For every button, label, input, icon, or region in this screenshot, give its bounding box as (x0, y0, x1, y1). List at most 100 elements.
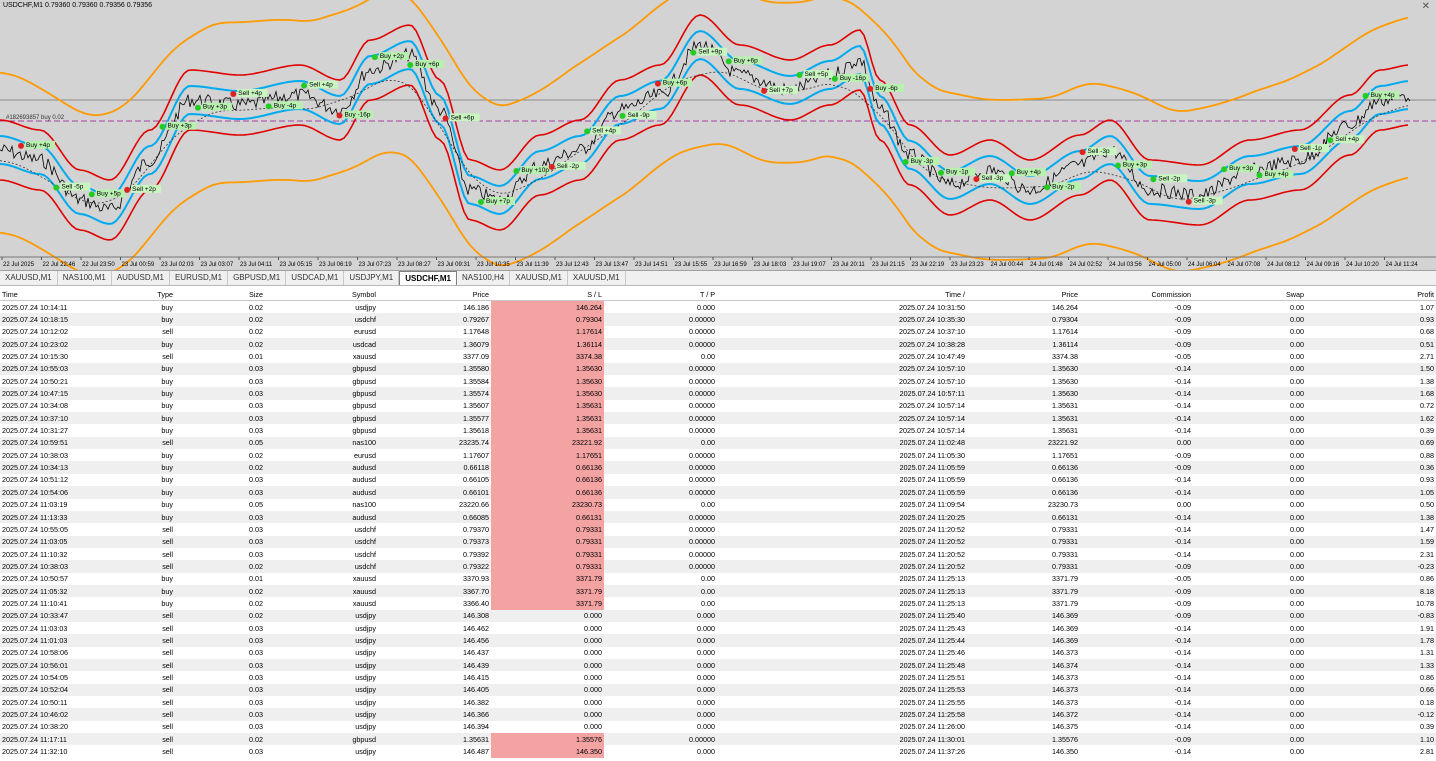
table-row[interactable]: 2025.07.24 11:10:32 sell 0.03 usdchf 0.79392… (0, 547, 1436, 561)
table-row[interactable]: 2025.07.24 10:59:51 sell 0.05 nas100 23235.7… (0, 436, 1436, 450)
table-cell: 1.17614 (1052, 327, 1078, 337)
table-row[interactable]: 2025.07.24 10:50:57 buy 0.01 xauusd 3370.93 3… (0, 572, 1436, 585)
table-cell: 2025.07.24 10:55:05 (2, 524, 68, 534)
table-row[interactable]: 2025.07.24 10:54:05 sell 0.03 usdjpy 146.415… (0, 671, 1436, 683)
chart-canvas[interactable]: #182693857 buy 0.02 Buy +4p Sell -5p Buy +5… (0, 0, 1436, 270)
chart-tab[interactable]: XAUUSD,M1 (510, 271, 568, 285)
chart-tab[interactable]: XAUUSD,M1 (568, 271, 626, 285)
history-table-container[interactable]: Time Type Size Symbol Price S / LT / P Time / P… (0, 288, 1436, 761)
column-header[interactable]: S / L (491, 288, 604, 301)
table-row[interactable]: 2025.07.24 10:34:13 buy 0.02 audusd 0.66118 0… (0, 461, 1436, 474)
table-row[interactable]: 2025.07.24 10:38:20 sell 0.03 usdjpy 146.394… (0, 721, 1436, 733)
table-cell: 0.00 (1290, 574, 1304, 584)
chart-tab[interactable]: AUDUSD,M1 (112, 271, 170, 285)
trade-marker (1291, 146, 1298, 153)
table-row[interactable]: 2025.07.24 11:32:10 sell 0.03 usdjpy 146.487… (0, 745, 1436, 758)
trade-marker (159, 123, 166, 130)
table-cell: 2025.07.24 10:31:27 (2, 426, 68, 436)
column-header[interactable]: Swap (1193, 288, 1306, 301)
column-header[interactable]: Profit (1306, 288, 1436, 301)
table-row[interactable]: 2025.07.24 11:03:03 sell 0.03 usdjpy 146.462… (0, 622, 1436, 634)
table-row[interactable]: 2025.07.24 10:31:27 buy 0.03 gbpusd 1.35618 1… (0, 424, 1436, 437)
table-cell: 1.35631 (491, 399, 604, 413)
column-header[interactable]: Price (967, 288, 1080, 301)
chart-tab[interactable]: NAS100,H4 (457, 271, 511, 285)
table-cell: 0.79267 (378, 313, 491, 326)
table-row[interactable]: 2025.07.24 10:55:05 sell 0.03 usdchf 0.79370… (0, 523, 1436, 536)
table-cell: 1.17651 (1052, 450, 1078, 460)
table-cell: 1.35631 (1052, 426, 1078, 436)
table-row[interactable]: 2025.07.24 10:55:03 buy 0.03 gbpusd 1.35580 1… (0, 362, 1436, 376)
column-header[interactable]: Commission (1080, 288, 1193, 301)
table-row[interactable]: 2025.07.24 10:33:47 sell 0.02 usdjpy 146.308… (0, 609, 1436, 622)
chart-tab[interactable]: USDJPY,M1 (344, 271, 400, 285)
chart-tab[interactable]: NAS100,M1 (58, 271, 112, 285)
trade-marker (1327, 137, 1334, 144)
column-header[interactable]: T / P (604, 288, 717, 301)
column-header[interactable]: Symbol (265, 288, 378, 301)
trade-label: Buy -3p (911, 158, 934, 165)
table-row[interactable]: 2025.07.24 10:23:02 buy 0.02 usdcad 1.36079 1… (0, 338, 1436, 351)
table-cell: 0.66105 (463, 475, 489, 485)
table-row[interactable]: 2025.07.24 11:03:05 sell 0.03 usdchf 0.79373… (0, 535, 1436, 548)
table-cell: buy (85, 510, 175, 524)
table-cell: 2025.07.24 11:01:03 (0, 634, 85, 647)
table-cell: 0.00 (1290, 475, 1304, 485)
table-row[interactable]: 2025.07.24 11:10:41 buy 0.02 xauusd 3366.40 3… (0, 597, 1436, 610)
blue-upper-band (0, 29, 1409, 197)
table-row[interactable]: 2025.07.24 11:03:19 buy 0.05 nas100 23220.66… (0, 498, 1436, 511)
price-chart[interactable]: #182693857 buy 0.02 Buy +4p Sell -5p Buy +5… (0, 0, 1436, 271)
table-cell: 1.10 (1306, 733, 1436, 746)
table-row[interactable]: 2025.07.24 10:14:11 buy 0.02 usdjpy 146.186 1… (0, 300, 1436, 314)
table-row[interactable]: 2025.07.24 10:46:02 sell 0.03 usdjpy 146.366… (0, 708, 1436, 721)
table-row[interactable]: 2025.07.24 10:34:08 buy 0.03 gbpusd 1.35607 1… (0, 399, 1436, 413)
table-row[interactable]: 2025.07.24 10:47:15 buy 0.03 gbpusd 1.35574 1… (0, 387, 1436, 400)
table-row[interactable]: 2025.07.24 10:38:03 buy 0.02 eurusd 1.17607 1… (0, 449, 1436, 462)
close-chart-icon[interactable]: ✕ (1422, 1, 1430, 12)
chart-tab[interactable]: USDCHF,M1 (399, 271, 457, 285)
table-row[interactable]: 2025.07.24 10:56:01 sell 0.03 usdjpy 146.439… (0, 658, 1436, 672)
table-cell: 1.35630 (1052, 376, 1078, 386)
table-row[interactable]: 2025.07.24 10:12:02 sell 0.02 eurusd 1.17648… (0, 325, 1436, 339)
chart-tab[interactable]: EURUSD,M1 (170, 271, 229, 285)
table-cell: buy (161, 475, 173, 485)
trade-label: Sell +9p (698, 49, 722, 56)
table-row[interactable]: 2025.07.24 10:51:12 buy 0.03 audusd 0.66105 0… (0, 473, 1436, 487)
column-header[interactable]: Time / (717, 288, 967, 301)
table-row[interactable]: 2025.07.24 10:37:10 buy 0.03 gbpusd 1.35577 1… (0, 412, 1436, 425)
chart-tab[interactable]: USDCAD,M1 (286, 271, 345, 285)
chart-tab[interactable]: XAUUSD,M1 (0, 271, 58, 285)
table-row[interactable]: 2025.07.24 10:18:15 buy 0.02 usdchf 0.79267 0… (0, 313, 1436, 326)
table-cell: 2025.07.24 11:30:01 (717, 733, 967, 746)
table-cell: -0.14 (1080, 683, 1193, 696)
column-header[interactable]: Time (0, 288, 85, 301)
table-cell: usdjpy (355, 722, 376, 732)
table-row[interactable]: 2025.07.24 10:58:06 sell 0.03 usdjpy 146.437… (0, 647, 1436, 659)
trade-marker (654, 80, 661, 87)
time-tick-label: 23 Jul 09:31 (438, 262, 471, 268)
chart-tab[interactable]: GBPUSD,M1 (228, 271, 287, 285)
table-row[interactable]: 2025.07.24 10:50:11 sell 0.03 usdjpy 146.382… (0, 696, 1436, 708)
column-header[interactable]: Size (175, 288, 265, 301)
table-cell: 0.00 (1290, 450, 1304, 460)
table-row[interactable]: 2025.07.24 11:17:11 sell 0.02 gbpusd 1.35631… (0, 733, 1436, 746)
table-cell: 0.00 (1193, 313, 1306, 326)
table-cell: -0.83 (1306, 609, 1436, 622)
table-cell: -0.09 (1080, 313, 1193, 326)
table-row[interactable]: 2025.07.24 11:01:03 sell 0.03 usdjpy 146.456… (0, 634, 1436, 647)
time-tick-label: 23 Jul 18:03 (754, 262, 787, 268)
table-cell: 0.02 (175, 560, 265, 573)
table-row[interactable]: 2025.07.24 10:38:03 sell 0.02 usdchf 0.79322… (0, 560, 1436, 573)
table-cell: 23221.92 (491, 436, 604, 450)
column-header[interactable]: Price (378, 288, 491, 301)
table-cell: 0.03 (175, 412, 265, 425)
table-row[interactable]: 2025.07.24 11:13:33 buy 0.03 audusd 0.66085 0… (0, 510, 1436, 524)
table-row[interactable]: 2025.07.24 10:15:30 sell 0.01 xauusd 3377.09… (0, 350, 1436, 363)
column-header[interactable]: Type (85, 288, 175, 301)
table-row[interactable]: 2025.07.24 11:05:32 buy 0.02 xauusd 3367.70 3… (0, 584, 1436, 598)
table-cell: 0.00 (1290, 747, 1304, 757)
table-row[interactable]: 2025.07.24 10:52:04 sell 0.03 usdjpy 146.405… (0, 683, 1436, 696)
table-row[interactable]: 2025.07.24 10:50:21 buy 0.03 gbpusd 1.35584 1… (0, 375, 1436, 388)
time-tick-label: 24 Jul 03:56 (1109, 262, 1142, 268)
table-row[interactable]: 2025.07.24 10:54:06 buy 0.03 audusd 0.66101 0… (0, 486, 1436, 499)
